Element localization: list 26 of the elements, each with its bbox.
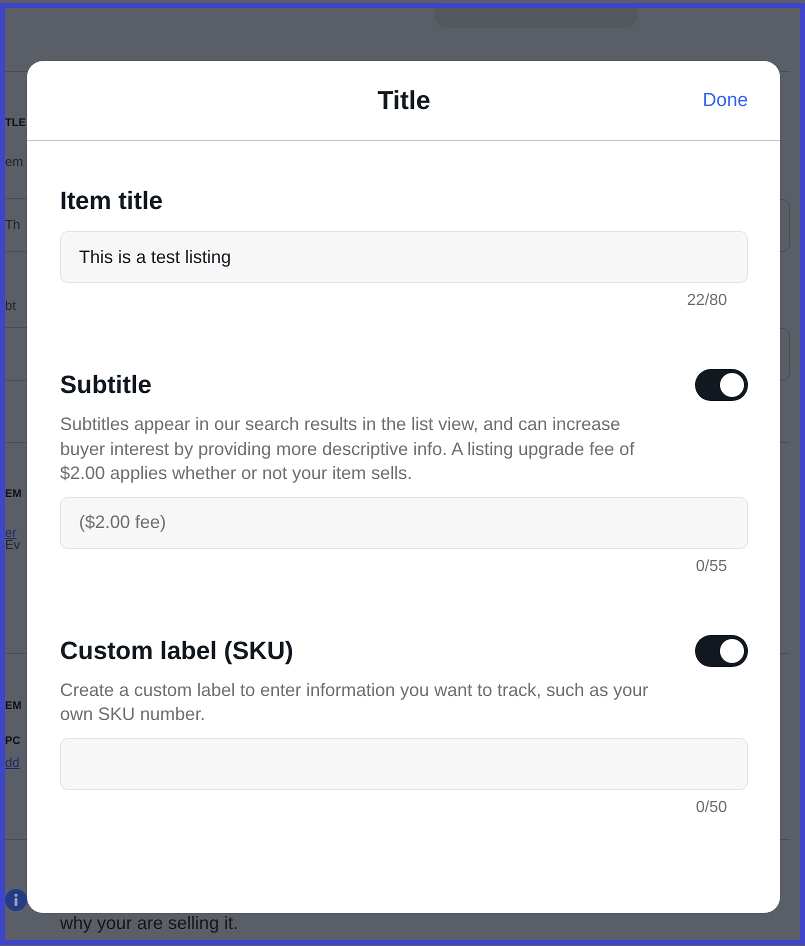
- label-text: em: [5, 154, 24, 170]
- input-field: [780, 199, 790, 252]
- section-heading: Custom label (SKU): [60, 636, 294, 666]
- section-heading: PC: [5, 734, 20, 749]
- label-text: bt: [5, 298, 16, 314]
- toggle-switch[interactable]: [695, 369, 748, 401]
- text-input[interactable]: This is a test listing: [60, 231, 748, 283]
- done-button[interactable]: Done: [702, 90, 748, 112]
- character-counter: 22/80: [686, 292, 727, 310]
- section-heading: EM: [5, 487, 22, 502]
- section-heading: EM: [5, 699, 22, 714]
- modal-title: Title: [378, 85, 430, 116]
- tip-text: why your are selling it.: [60, 913, 238, 933]
- section-description: Subtitles appear in our search results in the list view, and can increase buyer interest by providing more descriptive info. A listing upgrade fee of $2.00 applies whether or not your item sells.: [60, 413, 636, 485]
- field-text: Th: [5, 217, 20, 233]
- section-description: Create a custom label to enter information you want to track, such as your own SKU number.: [60, 678, 650, 726]
- text-input[interactable]: ($2.00 fee): [60, 496, 748, 548]
- section-heading: TLE: [5, 116, 26, 131]
- section-heading: Item title: [60, 186, 163, 216]
- character-counter: 0/50: [696, 798, 727, 816]
- character-counter: 0/55: [696, 558, 727, 576]
- info-icon: [5, 889, 27, 911]
- text-input[interactable]: [60, 738, 748, 790]
- toggle-switch[interactable]: [695, 634, 748, 666]
- input-field: [780, 328, 790, 381]
- section-heading: Subtitle: [60, 370, 152, 400]
